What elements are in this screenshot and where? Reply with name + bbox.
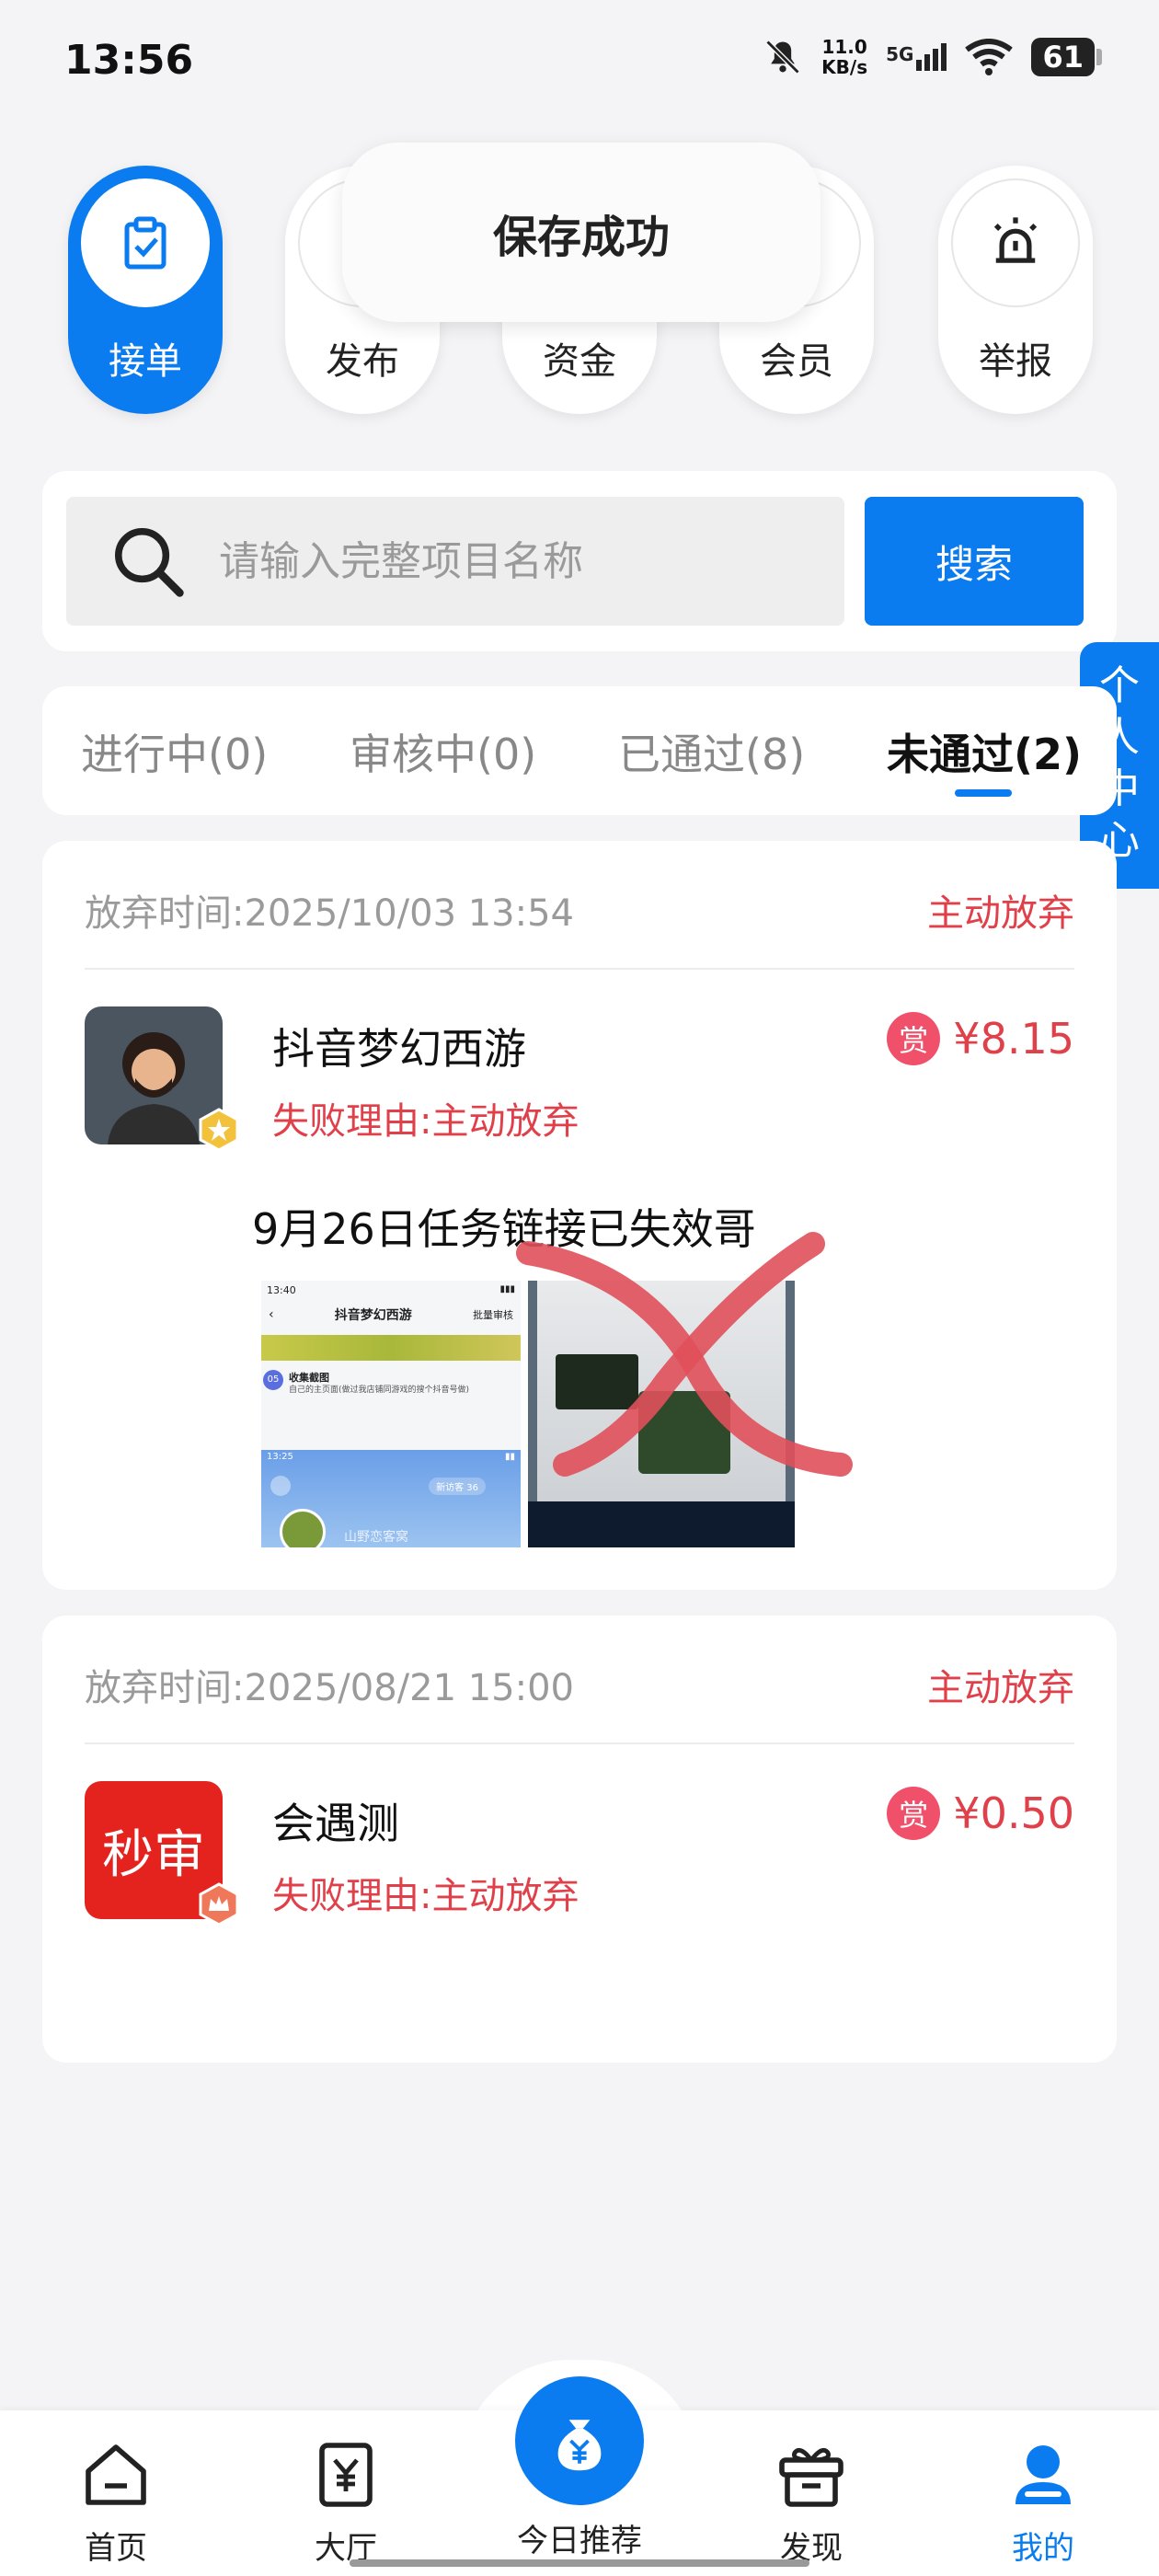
search-card: 搜索 xyxy=(42,471,1117,651)
net-speed-value: 11.0 xyxy=(821,36,867,58)
thumb-time: 13:40 xyxy=(267,1284,296,1296)
nav-pill-label: 接单 xyxy=(109,340,182,383)
active-tab-indicator xyxy=(955,789,1012,797)
reward-chip: 赏 xyxy=(887,1012,941,1065)
thumb-title: 抖音梦幻西游 xyxy=(334,1308,412,1323)
status-bar: 13:56 11.0 KB/s 5G 61 xyxy=(0,0,1159,129)
tab-in-progress[interactable]: 进行中(0) xyxy=(81,721,268,782)
profile-icon xyxy=(1016,2445,1071,2504)
signal-5g-icon: 5G xyxy=(886,43,947,71)
thumb-step-title: 收集截图 xyxy=(289,1372,329,1384)
reward: 赏 ¥0.50 xyxy=(887,1787,1074,1840)
level-badge-icon xyxy=(199,1108,239,1152)
thumb-action: 批量审核 xyxy=(472,1309,513,1321)
thumb-inner-time: 13:25 xyxy=(267,1452,293,1462)
abandon-time: 放弃时间:2025/10/03 13:54 xyxy=(85,892,575,935)
divider xyxy=(85,1742,1074,1744)
thumb-statusbar: 13:40 ▮▮▮ xyxy=(261,1281,521,1300)
task-record[interactable]: 放弃时间:2025/10/03 13:54 主动放弃 抖音梦幻西游 失败理由:主… xyxy=(42,841,1117,1590)
record-status: 主动放弃 xyxy=(927,1667,1074,1709)
bottom-nav-recommend-label: 今日推荐 xyxy=(517,2523,642,2559)
nav-pill-label: 发布 xyxy=(326,340,399,383)
battery-indicator: 61 xyxy=(1031,38,1102,76)
network-type: 5G xyxy=(886,43,914,65)
bottom-nav-discover[interactable]: 发现 xyxy=(747,2438,876,2568)
thumb-step: 05 收集截图 自己的主页面(做过我店铺同游戏的搜个抖音号做) xyxy=(261,1366,521,1399)
home-indicator[interactable] xyxy=(350,2559,809,2567)
bottom-nav-mine[interactable]: 我的 xyxy=(979,2438,1107,2568)
thumb-profile-avatar xyxy=(280,1509,326,1547)
money-bag-icon xyxy=(557,2420,602,2471)
thumb-visitors: 新访客 36 xyxy=(429,1478,486,1495)
bottom-nav-recommend[interactable] xyxy=(515,2376,644,2505)
net-speed-unit: KB/s xyxy=(821,56,868,78)
search-button[interactable]: 搜索 xyxy=(865,497,1084,626)
reward-chip: 赏 xyxy=(887,1787,941,1840)
divider xyxy=(85,968,1074,970)
nav-pill-report[interactable]: 举报 xyxy=(938,166,1093,414)
status-icons: 11.0 KB/s 5G 61 xyxy=(763,37,1102,77)
save-success-toast: 保存成功 xyxy=(342,143,820,322)
reward: 赏 ¥8.15 xyxy=(887,1012,1074,1065)
bottom-nav-label: 首页 xyxy=(85,2530,147,2567)
fail-reason: 失败理由:主动放弃 xyxy=(272,1875,580,1917)
bottom-nav-home[interactable]: 首页 xyxy=(52,2438,180,2568)
tab-approved[interactable]: 已通过(8) xyxy=(618,721,805,782)
search-box[interactable] xyxy=(66,497,844,626)
hall-yuan-icon xyxy=(319,2443,373,2507)
thumb-banner xyxy=(261,1335,521,1361)
clipboard-check-icon xyxy=(124,216,166,270)
bell-muted-icon xyxy=(765,40,800,75)
record-status: 主动放弃 xyxy=(927,892,1074,935)
abandon-time: 放弃时间:2025/08/21 15:00 xyxy=(85,1667,575,1709)
task-title: 抖音梦幻西游 xyxy=(272,1024,526,1074)
thumb-inner-bar: 13:25 ▮▮ xyxy=(261,1450,521,1464)
nav-pill-circle xyxy=(951,178,1080,307)
reward-amount: ¥8.15 xyxy=(953,1014,1074,1064)
nav-pill-label: 举报 xyxy=(979,340,1052,383)
thumb-step-number: 05 xyxy=(263,1370,283,1390)
thumb-inner-screenshot: 13:25 ▮▮ 新访客 36 山野恋客窝 xyxy=(261,1450,521,1547)
cross-mark-icon xyxy=(516,1232,853,1477)
reward-amount: ¥0.50 xyxy=(953,1788,1074,1838)
nav-pill-circle xyxy=(81,178,210,307)
tab-rejected[interactable]: 未通过(2) xyxy=(887,721,1082,782)
alarm-light-icon xyxy=(993,217,1038,263)
screenshot-thumbnails: 13:40 ▮▮▮ ‹ 抖音梦幻西游 批量审核 05 收集截图 自己的主页面(做… xyxy=(261,1232,853,1547)
thumb-user: 山野恋客窝 xyxy=(344,1530,408,1545)
task-title: 会遇测 xyxy=(272,1799,399,1848)
nav-pill-label: 会员 xyxy=(760,340,833,383)
thumb-header: ‹ 抖音梦幻西游 批量审核 xyxy=(261,1300,521,1329)
status-time: 13:56 xyxy=(64,37,194,84)
screenshot-thumbnail[interactable]: 13:40 ▮▮▮ ‹ 抖音梦幻西游 批量审核 05 收集截图 自己的主页面(做… xyxy=(261,1281,521,1547)
wifi-icon xyxy=(965,39,1014,75)
home-icon xyxy=(86,2444,146,2505)
bottom-nav-hall[interactable]: 大厅 xyxy=(281,2438,410,2568)
back-button-icon xyxy=(270,1476,291,1496)
gift-box-icon xyxy=(779,2447,843,2507)
nav-pill-label: 资金 xyxy=(543,340,616,383)
net-speed: 11.0 KB/s xyxy=(821,37,867,77)
thumb-step-desc: 自己的主页面(做过我店铺同游戏的搜个抖音号做) xyxy=(289,1386,470,1395)
nav-pill-accept-order[interactable]: 接单 xyxy=(68,166,223,414)
tab-under-review[interactable]: 审核中(0) xyxy=(350,721,536,782)
status-tabs: 进行中(0) 审核中(0) 已通过(8) 未通过(2) xyxy=(42,686,1117,815)
crown-badge-icon xyxy=(199,1882,239,1926)
bottom-nav-label: 我的 xyxy=(1012,2530,1074,2567)
fail-reason: 失败理由:主动放弃 xyxy=(272,1100,580,1143)
thumb-step-text: 收集截图 自己的主页面(做过我店铺同游戏的搜个抖音号做) xyxy=(289,1370,469,1396)
task-record[interactable]: 放弃时间:2025/08/21 15:00 主动放弃 秒审 会遇测 失败理由:主… xyxy=(42,1616,1117,2063)
search-input[interactable] xyxy=(219,537,789,585)
search-icon xyxy=(114,527,184,597)
back-arrow-icon: ‹ xyxy=(269,1307,274,1322)
